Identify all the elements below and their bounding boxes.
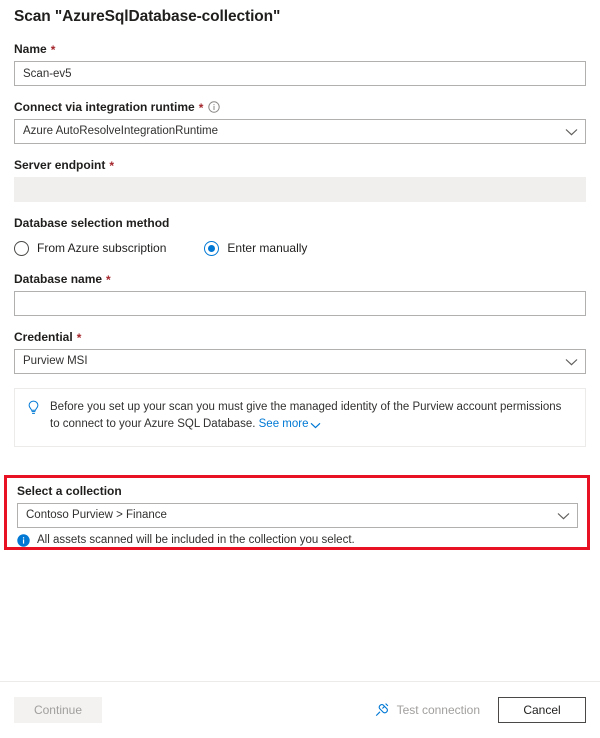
server-endpoint-required-asterisk: *	[109, 159, 115, 173]
radio-from-azure-subscription-label: From Azure subscription	[37, 241, 167, 255]
field-database-selection-method: Database selection method From Azure sub…	[14, 215, 586, 258]
name-label: Name *	[14, 41, 586, 57]
field-integration-runtime: Connect via integration runtime * Azure …	[14, 99, 586, 144]
permissions-message-text: Before you set up your scan you must giv…	[50, 399, 573, 435]
test-connection-label: Test connection	[396, 703, 480, 717]
collection-note: All assets scanned will be included in t…	[17, 532, 578, 548]
chevron-down-icon[interactable]	[310, 418, 321, 435]
field-server-endpoint: Server endpoint *	[14, 157, 586, 202]
integration-runtime-value: Azure AutoResolveIntegrationRuntime	[14, 119, 586, 144]
page-title: Scan "AzureSqlDatabase-collection"	[14, 8, 281, 25]
test-connection-button[interactable]: Test connection	[374, 702, 480, 718]
continue-button[interactable]: Continue	[14, 697, 102, 723]
collection-note-text: All assets scanned will be included in t…	[37, 534, 355, 546]
see-more-link[interactable]: See more	[259, 418, 309, 430]
credential-value: Purview MSI	[14, 349, 586, 374]
database-name-label: Database name *	[14, 271, 586, 287]
info-filled-icon	[17, 533, 30, 547]
collection-label: Select a collection	[17, 484, 122, 498]
radio-circle-icon	[14, 240, 29, 256]
credential-label-text: Credential	[14, 330, 73, 344]
credential-required-asterisk: *	[76, 331, 82, 345]
integration-runtime-select[interactable]: Azure AutoResolveIntegrationRuntime	[14, 119, 586, 144]
server-endpoint-input	[14, 177, 586, 202]
database-selection-method-label: Database selection method	[14, 216, 170, 230]
database-name-required-asterisk: *	[106, 273, 111, 287]
permissions-message-bar: Before you set up your scan you must giv…	[14, 388, 586, 447]
server-endpoint-label-text: Server endpoint	[14, 158, 106, 172]
select-collection-highlight: Select a collection Contoso Purview > Fi…	[4, 475, 590, 550]
info-circle-icon[interactable]	[208, 101, 221, 113]
integration-runtime-label-text: Connect via integration runtime	[14, 100, 195, 114]
credential-label: Credential *	[14, 329, 586, 345]
integration-runtime-label: Connect via integration runtime *	[14, 99, 586, 115]
collection-select[interactable]: Contoso Purview > Finance	[17, 503, 578, 528]
database-selection-method-radio-group: From Azure subscription Enter manually	[14, 238, 586, 258]
server-endpoint-label: Server endpoint *	[14, 157, 586, 173]
database-name-label-text: Database name	[14, 272, 103, 286]
name-required-asterisk: *	[50, 43, 56, 57]
field-database-name: Database name *	[14, 271, 586, 316]
field-name: Name *	[14, 41, 586, 86]
database-name-input[interactable]	[14, 291, 586, 316]
radio-enter-manually-label: Enter manually	[227, 241, 308, 255]
dialog-footer: Continue Test connection Cancel	[0, 681, 600, 738]
name-input[interactable]	[14, 61, 586, 86]
collection-value: Contoso Purview > Finance	[17, 503, 578, 528]
cancel-button[interactable]: Cancel	[498, 697, 586, 723]
scan-dialog: Scan "AzureSqlDatabase-collection" Name …	[0, 0, 600, 738]
radio-enter-manually[interactable]: Enter manually	[204, 240, 308, 256]
field-credential: Credential * Purview MSI	[14, 329, 586, 374]
radio-from-azure-subscription[interactable]: From Azure subscription	[14, 240, 167, 256]
lightbulb-icon	[26, 400, 41, 421]
radio-circle-selected-icon	[204, 240, 220, 256]
credential-select[interactable]: Purview MSI	[14, 349, 586, 374]
plug-icon	[374, 702, 390, 718]
name-label-text: Name	[14, 42, 47, 56]
integration-runtime-required-asterisk: *	[198, 101, 204, 115]
dialog-content: Scan "AzureSqlDatabase-collection" Name …	[0, 0, 600, 680]
